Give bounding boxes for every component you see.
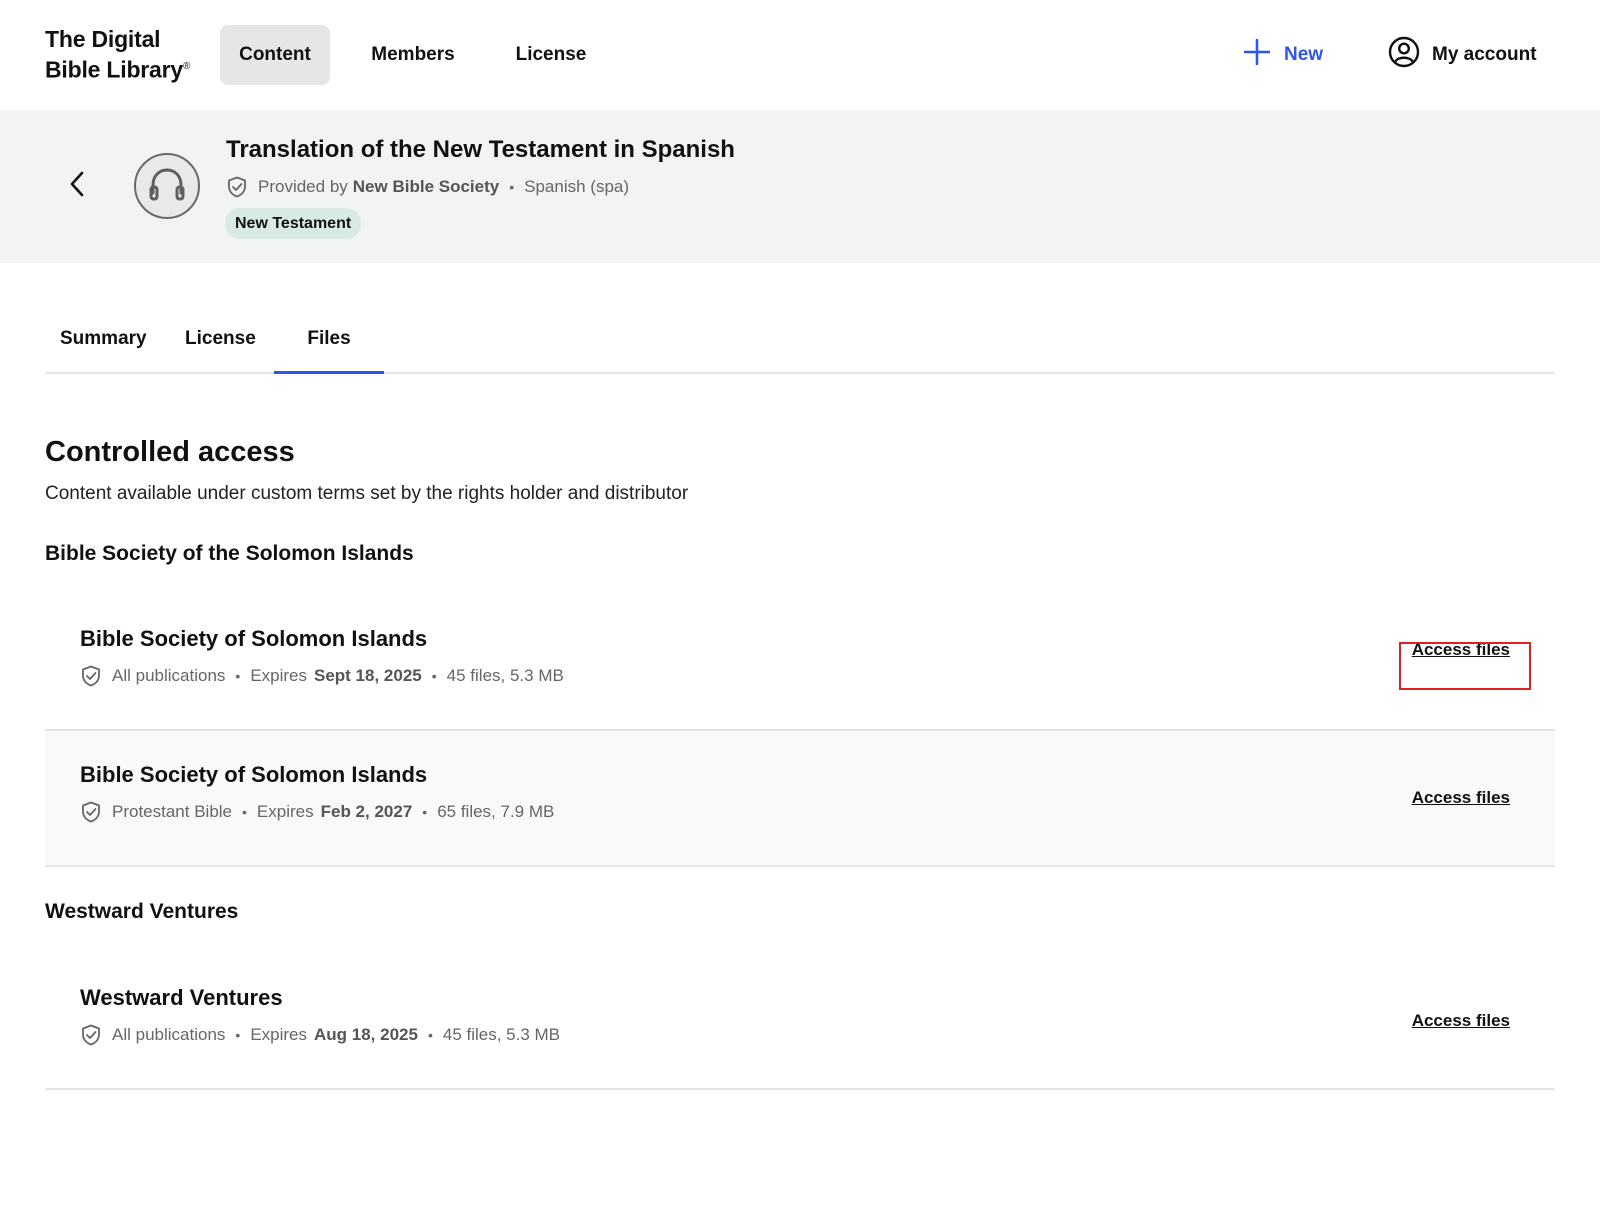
separator-dot: • (235, 1027, 241, 1043)
tab-summary[interactable]: Summary (60, 318, 147, 374)
entry-meta: Protestant Bible • Expires Feb 2, 2027 •… (80, 801, 554, 823)
entry-name: Bible Society of Solomon Islands (80, 762, 428, 787)
tab-files[interactable]: Files (274, 318, 384, 374)
entry-meta: All publications • Expires Sept 18, 2025… (80, 665, 564, 687)
resource-header: Translation of the New Testament in Span… (0, 110, 1600, 263)
entry-scope: Protestant Bible (112, 802, 233, 821)
verified-shield-icon (226, 176, 248, 198)
headphones-icon (147, 165, 187, 208)
top-navigation: The Digital Bible Library® Content Membe… (0, 0, 1600, 110)
group-title: Bible Society of the Solomon Islands (45, 542, 414, 565)
logo-line-2: Bible Library (45, 56, 183, 83)
section-subtitle: Content available under custom terms set… (45, 483, 689, 504)
separator-dot: • (235, 668, 241, 684)
plus-icon (1243, 38, 1271, 71)
file-count: 65 files, 7.9 MB (437, 802, 555, 821)
entry-name: Bible Society of Solomon Islands (80, 626, 428, 651)
provider-name[interactable]: New Bible Society (353, 177, 499, 197)
separator-dot: • (431, 668, 437, 684)
tab-license[interactable]: License (185, 318, 256, 374)
nav-license[interactable]: License (500, 25, 602, 85)
scope-badge: New Testament (225, 208, 362, 239)
provided-by-label: Provided by (258, 177, 348, 196)
my-account-label: My account (1432, 44, 1537, 65)
license-entry: Westward Ventures All publications • Exp… (45, 955, 1555, 1090)
nav-content[interactable]: Content (220, 25, 330, 85)
back-button[interactable] (62, 166, 92, 206)
nav-members[interactable]: Members (352, 25, 474, 85)
audio-media-avatar (134, 153, 200, 219)
expiry-date: Sept 18, 2025 (314, 666, 422, 685)
registered-mark: ® (183, 61, 191, 72)
entry-scope: All publications (112, 666, 226, 685)
my-account-button[interactable]: My account (1388, 36, 1537, 74)
file-count: 45 files, 5.3 MB (442, 1025, 561, 1044)
separator-dot: • (422, 804, 428, 820)
verified-shield-icon (80, 1024, 102, 1046)
new-button-label: New (1284, 44, 1324, 65)
separator-dot: • (509, 179, 515, 195)
separator-dot: • (242, 804, 247, 820)
entry-meta: All publications • Expires Aug 18, 2025 … (80, 1024, 560, 1046)
expiry-date: Aug 18, 2025 (314, 1025, 418, 1044)
verified-shield-icon (80, 801, 102, 823)
license-entry: Bible Society of Solomon Islands Protest… (45, 732, 1555, 867)
expires-label: Expires (250, 666, 307, 685)
entry-name: Westward Ventures (80, 985, 283, 1010)
user-circle-icon (1388, 36, 1420, 74)
file-count: 45 files, 5.3 MB (446, 666, 564, 685)
entry-scope: All publications (112, 1025, 226, 1044)
license-entry: Bible Society of Solomon Islands All pub… (45, 596, 1555, 731)
language-label: Spanish (spa) (524, 177, 630, 196)
page-title: Translation of the New Testament in Span… (226, 136, 735, 163)
logo-line-1: The Digital (45, 26, 161, 52)
separator-dot: • (427, 1027, 433, 1043)
highlight-box (1399, 642, 1531, 690)
resource-tabs: Summary License Files (45, 318, 1555, 374)
verified-shield-icon (80, 665, 102, 687)
expiry-date: Feb 2, 2027 (320, 802, 413, 821)
new-button[interactable]: New (1243, 36, 1324, 74)
expires-label: Expires (250, 1025, 307, 1044)
access-files-link[interactable]: Access files (1412, 788, 1510, 808)
chevron-left-icon (68, 170, 86, 203)
expires-label: Expires (256, 802, 314, 821)
section-title: Controlled access (45, 436, 295, 468)
provider-meta: Provided by New Bible Society • Spanish … (226, 176, 629, 198)
group-title: Westward Ventures (45, 900, 239, 923)
access-files-link[interactable]: Access files (1412, 1011, 1510, 1031)
app-logo[interactable]: The Digital Bible Library® (45, 26, 190, 84)
